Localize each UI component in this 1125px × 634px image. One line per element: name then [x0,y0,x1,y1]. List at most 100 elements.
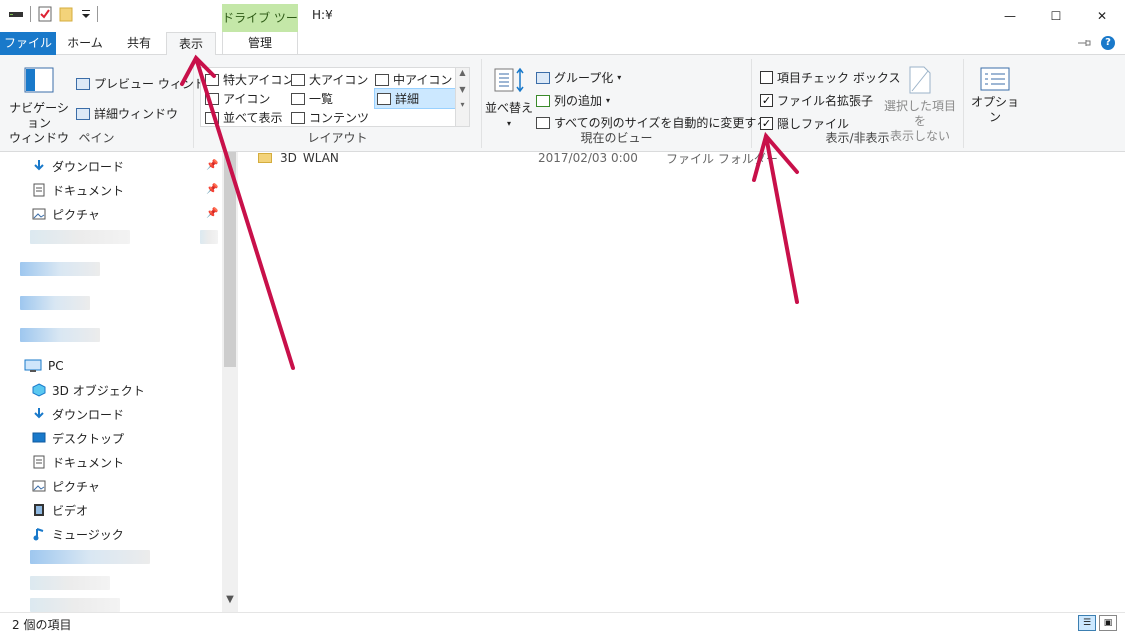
details-view-icon[interactable]: ☰ [1078,615,1096,631]
add-columns-icon [536,94,550,107]
redacted-item [30,550,150,564]
maximize-button[interactable]: ☐ [1033,0,1079,31]
3d-objects-icon [32,383,46,397]
sort-by-label: 並べ替え [484,101,533,115]
pin-icon[interactable]: 📌 [206,160,218,171]
show-hide-group-label: 表示/非表示 [825,131,890,145]
drive-icon[interactable] [8,8,24,20]
drive-tools-context-label: ドライブ ツール [222,4,298,53]
show-hide-group: 項目チェック ボックス ✓ ファイル名拡張子 ✓ 隠しファイル 選択した項目を 表示… [752,59,964,148]
layout-group-label: レイアウト [307,131,368,145]
properties-icon[interactable] [37,6,53,22]
view-switcher: ☰ ▣ [1078,615,1117,631]
redacted-item [30,576,110,590]
nav-item-music[interactable]: ミュージック [32,523,124,545]
small-icons-option[interactable]: アイコン [205,90,270,107]
nav-item-label: ビデオ [52,503,89,518]
table-row[interactable]: 3D_WLAN 2017/02/03 0:00 ファイル フォルダー [258,152,778,164]
toolbar-separator [30,6,31,22]
content-option[interactable]: コンテンツ [291,109,369,126]
pin-icon[interactable]: 📌 [206,208,218,219]
quick-access-toolbar [8,6,98,22]
details-pane-button[interactable]: 詳細ウィンドウ [76,105,178,122]
nav-item-pictures[interactable]: ピクチャ [32,203,100,225]
details-label: 詳細 [395,92,420,106]
add-columns-button[interactable]: 列の追加 ▾ [536,92,610,109]
item-count: 2 個の項目 [12,618,72,632]
extra-large-icons-icon [205,73,219,86]
group-by-button[interactable]: グループ化 ▾ [536,69,621,86]
scroll-down-icon[interactable]: ▼ [222,594,238,610]
desktop-icon [32,432,46,443]
layout-gallery: 特大アイコン 大アイコン 中アイコン アイコン 一覧 詳細 並べて表示 コンテン… [200,67,470,127]
folder-icon [258,153,272,163]
details-option[interactable]: 詳細 [374,88,458,109]
tab-manage[interactable]: 管理 [222,32,298,55]
tiles-label: 並べて表示 [223,111,283,125]
scroll-down-icon[interactable]: ▼ [456,85,469,94]
document-icon [33,455,45,469]
hide-selected-icon [909,66,931,94]
nav-item-label: ドキュメント [52,183,125,198]
list-option[interactable]: 一覧 [291,90,333,107]
music-icon [33,528,44,541]
window-controls: — ☐ ✕ [987,0,1125,31]
group-by-icon [536,71,550,84]
content-view-icon [291,111,305,124]
tab-view[interactable]: 表示 [166,32,216,56]
file-list: 3D_WLAN 2017/02/03 0:00 ファイル フォルダー [238,152,1125,612]
sort-by-button[interactable]: 並べ替え ▾ [484,65,534,131]
tab-home[interactable]: ホーム [58,32,112,55]
pane-group-label: ペイン [78,131,115,145]
add-columns-label: 列の追加 [554,94,603,108]
large-icons-option[interactable]: 大アイコン [291,71,368,88]
nav-item-3d-objects[interactable]: 3D オブジェクト [32,379,145,401]
navigation-scroll-thumb[interactable] [224,152,236,367]
new-folder-icon[interactable] [59,6,75,22]
pin-icon[interactable]: 📌 [206,184,218,195]
file-name-extensions-checkbox[interactable]: ✓ [760,94,773,107]
redacted-item [20,296,90,310]
nav-item-videos[interactable]: ビデオ [32,499,88,521]
nav-item-downloads[interactable]: ダウンロード [32,155,124,177]
gallery-more-icon[interactable]: ▾ [456,100,469,109]
tab-share[interactable]: 共有 [114,32,164,55]
pictures-icon [32,480,46,492]
tab-file[interactable]: ファイル [0,32,56,55]
preview-pane-icon [76,77,90,90]
tiles-option[interactable]: 並べて表示 [205,109,283,126]
file-name: 3D_WLAN [280,152,339,164]
nav-item-label: ダウンロード [52,159,125,174]
options-button[interactable]: オプション [968,67,1022,125]
large-icons-icon [291,73,305,86]
minimize-button[interactable]: — [987,0,1033,31]
nav-item-label: ドキュメント [52,455,125,470]
nav-item-documents-pc[interactable]: ドキュメント [32,451,124,473]
pin-ribbon-icon[interactable] [1077,38,1091,48]
nav-item-desktop[interactable]: デスクトップ [32,427,124,449]
help-icon[interactable]: ? [1101,36,1115,50]
large-icons-label: 大アイコン [309,73,369,87]
medium-icons-option[interactable]: 中アイコン [375,71,452,88]
extra-large-icons-option[interactable]: 特大アイコン [205,71,294,88]
nav-item-pc[interactable]: PC [24,355,64,377]
nav-item-downloads-pc[interactable]: ダウンロード [32,403,124,425]
redacted-item [20,262,100,276]
toolbar-separator [97,6,98,22]
file-name-extensions-toggle[interactable]: ✓ ファイル名拡張子 [760,92,873,109]
download-icon [34,408,44,419]
redacted-item [30,230,130,244]
nav-item-pictures-pc[interactable]: ピクチャ [32,475,100,497]
medium-icons-icon [375,73,389,86]
nav-item-label: PC [48,359,64,373]
nav-item-label: ピクチャ [52,207,100,222]
close-button[interactable]: ✕ [1079,0,1125,31]
layout-gallery-scrollbar[interactable]: ▲ ▼ ▾ [455,68,469,126]
large-icons-view-icon[interactable]: ▣ [1099,615,1117,631]
video-icon [34,504,44,516]
item-checkboxes-checkbox[interactable] [760,71,773,84]
nav-item-documents[interactable]: ドキュメント [32,179,124,201]
scroll-up-icon[interactable]: ▲ [456,68,469,77]
extra-large-icons-label: 特大アイコン [223,73,295,87]
customize-toolbar-icon[interactable] [81,8,91,20]
